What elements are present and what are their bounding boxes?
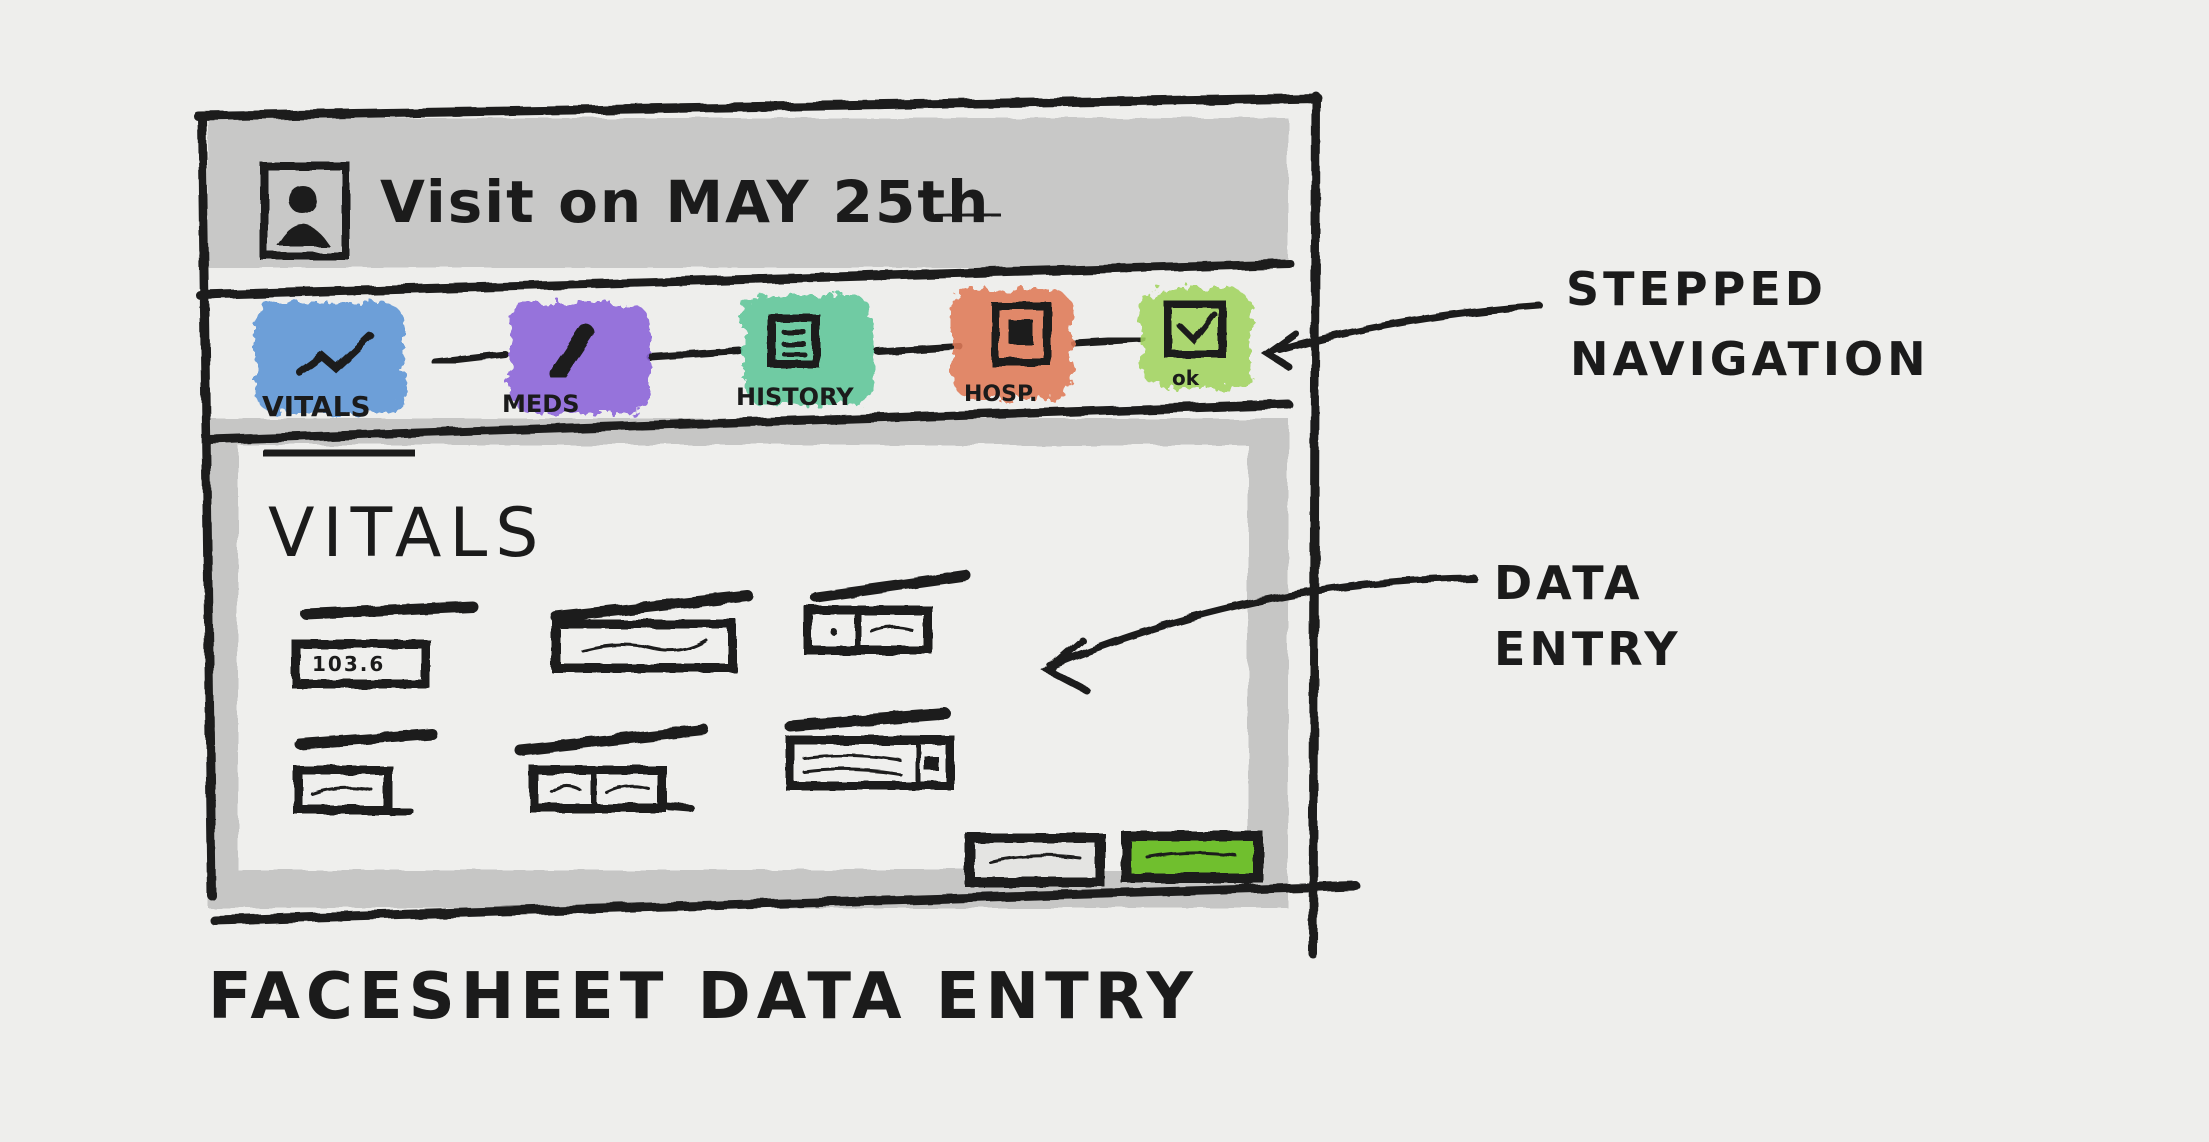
annotation-stepped: STEPPED [1566,262,1827,316]
sketch-caption: FACESHEET DATA ENTRY [208,960,1199,1034]
annotation-navigation: NAVIGATION [1570,332,1930,386]
stepped-navigation-arrow [1261,302,1544,372]
data-entry-arrow [1041,574,1478,694]
annotation-data: DATA [1494,556,1644,610]
annotation-entry: ENTRY [1494,622,1682,676]
